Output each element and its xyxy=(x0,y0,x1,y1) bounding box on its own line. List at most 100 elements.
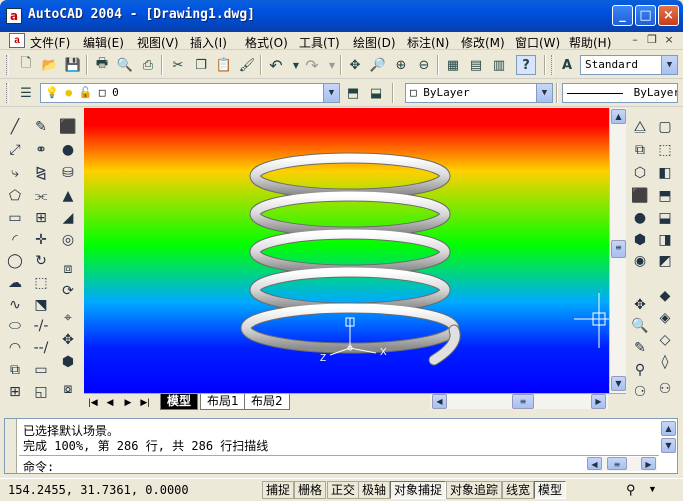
paste-icon[interactable]: 📋 xyxy=(214,55,234,75)
new-icon[interactable]: 🗋 xyxy=(16,55,36,75)
menu-draw[interactable]: 绘图(D) xyxy=(353,34,396,51)
tool-palettes-icon[interactable]: ▥ xyxy=(489,55,509,75)
trim-icon[interactable]: -/- xyxy=(30,315,52,337)
scroll-down-icon[interactable]: ▼ xyxy=(661,438,676,453)
wedge-solid-icon[interactable]: ◢ xyxy=(57,207,79,229)
revolve-icon[interactable]: ⟳ xyxy=(57,280,79,302)
tab-model[interactable]: 模型 xyxy=(160,394,199,410)
iso-ne-icon[interactable]: ◇ xyxy=(654,329,676,351)
extrude-icon[interactable]: ⧈ xyxy=(57,258,79,280)
print-icon[interactable]: 🖶 xyxy=(92,55,112,75)
scroll-down-icon[interactable]: ▼ xyxy=(611,376,626,391)
stretch-icon[interactable]: ⬔ xyxy=(30,294,52,316)
layer-dropdown[interactable]: 💡 ● 🔓 □ 0 ▼ xyxy=(40,83,340,103)
undo-icon[interactable]: ↶ xyxy=(266,55,286,75)
document-icon[interactable]: a xyxy=(9,33,25,48)
copy-object-icon[interactable]: ⚭ xyxy=(30,139,52,161)
tab-layout1[interactable]: 布局1 xyxy=(200,394,246,410)
properties-icon[interactable]: ▦ xyxy=(443,55,463,75)
match-properties-icon[interactable]: 🖌 xyxy=(237,55,257,75)
camera-icon[interactable]: ⚆ xyxy=(629,381,651,403)
doc-minimize-button[interactable]: – xyxy=(628,33,642,47)
box-solid-icon[interactable]: ⬛ xyxy=(57,116,79,138)
extend-icon[interactable]: --/ xyxy=(30,337,52,359)
spline-icon[interactable]: ∿ xyxy=(4,294,26,316)
make-object-layer-current-icon[interactable]: ⬒ xyxy=(343,83,363,103)
next-tab-icon[interactable]: ▶ xyxy=(121,395,135,409)
preview-icon[interactable]: 🔍 xyxy=(115,55,135,75)
menu-window[interactable]: 窗口(W) xyxy=(515,34,560,51)
rotate-icon[interactable]: ↻ xyxy=(30,250,52,272)
polar-toggle[interactable]: 极轴 xyxy=(358,481,391,499)
erase-icon[interactable]: ✎ xyxy=(30,116,52,138)
setup-drawing-icon[interactable]: ⧇ xyxy=(57,378,79,400)
arc-icon[interactable]: ◜ xyxy=(4,229,26,251)
osnap-toggle[interactable]: 对象捕捉 xyxy=(390,481,447,499)
circle-icon[interactable]: ◯ xyxy=(4,250,26,272)
maximize-button[interactable]: □ xyxy=(635,5,656,26)
open-icon[interactable]: 📂 xyxy=(40,55,60,75)
cut-icon[interactable]: ✂ xyxy=(168,55,188,75)
doc-close-button[interactable]: × xyxy=(662,33,676,47)
first-tab-icon[interactable]: |◀ xyxy=(86,395,100,409)
redo-dropdown-icon[interactable]: ▼ xyxy=(322,55,342,75)
shaded-cube-icon[interactable]: ⬢ xyxy=(629,229,651,251)
linetype-dropdown[interactable]: ByLayer xyxy=(562,83,678,103)
scroll-thumb[interactable]: ≡ xyxy=(607,457,627,470)
line-icon[interactable]: ╱ xyxy=(4,116,26,138)
command-horizontal-scrollbar[interactable]: ◀ ≡ ▶ xyxy=(587,457,657,471)
scroll-left-icon[interactable]: ◀ xyxy=(587,457,602,470)
minimize-button[interactable]: _ xyxy=(612,5,633,26)
scroll-thumb[interactable]: ≡ xyxy=(512,394,534,409)
torus-solid-icon[interactable]: ◎ xyxy=(57,229,79,251)
menu-insert[interactable]: 插入(I) xyxy=(190,34,227,51)
slice-icon[interactable]: ⌖ xyxy=(57,307,79,329)
model-toggle[interactable]: 模型 xyxy=(534,481,567,499)
redo-icon[interactable]: ↷ xyxy=(302,55,322,75)
menu-help[interactable]: 帮助(H) xyxy=(569,34,611,51)
iso-se-icon[interactable]: ◈ xyxy=(654,307,676,329)
design-center-icon[interactable]: ▤ xyxy=(466,55,486,75)
toolbar-grip[interactable] xyxy=(551,55,554,75)
text-style-dropdown[interactable]: Standard ▼ xyxy=(580,55,678,75)
last-tab-icon[interactable]: ▶| xyxy=(138,395,152,409)
close-button[interactable]: × xyxy=(658,5,679,26)
viewport-horizontal-scrollbar[interactable]: ◀ ≡ ▶ xyxy=(430,394,608,409)
iso-sw-icon[interactable]: ◆ xyxy=(654,285,676,307)
scroll-thumb[interactable]: ≡ xyxy=(611,240,626,258)
scroll-up-icon[interactable]: ▲ xyxy=(661,421,676,436)
tray-settings-icon[interactable]: ⚲ xyxy=(626,482,636,498)
revision-cloud-icon[interactable]: ☁ xyxy=(4,272,26,294)
prev-tab-icon[interactable]: ◀ xyxy=(103,395,117,409)
move-icon[interactable]: ✛ xyxy=(30,229,52,251)
zoom-previous-icon[interactable]: ⊖ xyxy=(414,55,434,75)
command-window-grip[interactable] xyxy=(5,419,17,473)
continuous-orbit-icon[interactable]: ✎ xyxy=(629,337,651,359)
menu-modify[interactable]: 修改(M) xyxy=(461,34,505,51)
cylinder-solid-icon[interactable]: ⛁ xyxy=(57,162,79,184)
layer-previous-icon[interactable]: ⬓ xyxy=(366,83,386,103)
rectangle-icon[interactable]: ▭ xyxy=(4,207,26,229)
iso-nw-icon[interactable]: ◊ xyxy=(654,351,676,373)
lights-icon[interactable]: ⧉ xyxy=(629,139,651,161)
interference-icon[interactable]: ⬢ xyxy=(57,351,79,373)
ellipse-arc-icon[interactable]: ◠ xyxy=(4,337,26,359)
shaded-box-icon[interactable]: ⬛ xyxy=(629,185,651,207)
view-top-icon[interactable]: ▢ xyxy=(654,116,676,138)
section-icon[interactable]: ✥ xyxy=(57,329,79,351)
lineweight-toggle[interactable]: 线宽 xyxy=(502,481,535,499)
snap-toggle[interactable]: 捕捉 xyxy=(262,481,295,499)
zoom-3d-icon[interactable]: 🔍 xyxy=(629,315,651,337)
publish-icon[interactable]: ⎙ xyxy=(138,55,158,75)
view-front-icon[interactable]: ⬚ xyxy=(654,139,676,161)
scroll-right-icon[interactable]: ▶ xyxy=(641,457,656,470)
toolbar-grip[interactable] xyxy=(6,83,9,103)
scale-icon[interactable]: ⬚ xyxy=(30,272,52,294)
tab-layout2[interactable]: 布局2 xyxy=(244,394,290,410)
toolbar-grip[interactable] xyxy=(6,55,9,75)
pan-icon[interactable]: ✥ xyxy=(345,55,365,75)
chevron-down-icon[interactable]: ▼ xyxy=(661,56,677,74)
polyline-icon[interactable]: ⤷ xyxy=(4,162,26,184)
tray-menu-icon[interactable]: ▼ xyxy=(648,484,657,494)
break-icon[interactable]: ▭ xyxy=(30,359,52,381)
